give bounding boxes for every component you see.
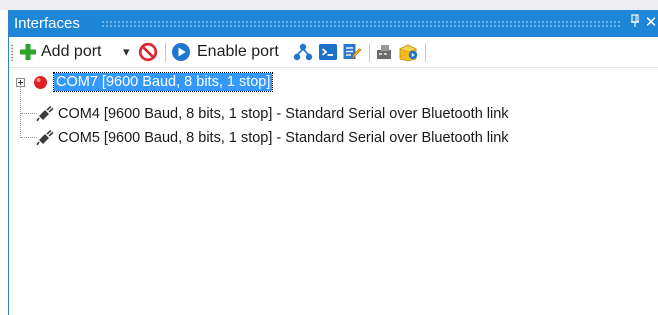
tree-item-label: COM7 [9600 Baud, 8 bits, 1 stop] [52, 72, 274, 92]
panel-title: Interfaces [14, 15, 80, 32]
close-icon: ✕ [644, 14, 658, 31]
tree-connector-line [21, 137, 37, 139]
toolbar: Add port ▾ Enable port [9, 37, 658, 68]
terminal-button[interactable] [318, 41, 338, 63]
network-button[interactable] [293, 41, 313, 63]
enable-port-button[interactable]: Enable port [171, 41, 279, 63]
package-icon [399, 44, 418, 62]
close-button[interactable]: ✕ [643, 14, 658, 32]
status-red-dot-icon [34, 76, 47, 89]
network-icon [293, 43, 313, 61]
pin-button[interactable] [627, 14, 643, 32]
add-port-dropdown-button[interactable]: ▾ [123, 41, 130, 63]
add-port-button[interactable]: Add port [19, 41, 101, 63]
serial-plug-icon [36, 106, 54, 122]
add-icon [20, 44, 36, 60]
expand-toggle[interactable] [16, 78, 25, 87]
add-port-label: Add port [41, 43, 102, 60]
tree-connector-line [21, 113, 37, 115]
serial-plug-icon [36, 130, 54, 146]
pin-icon [631, 14, 639, 27]
top-strip [0, 0, 658, 10]
tree-item-label: COM5 [9600 Baud, 8 bits, 1 stop] - Stand… [58, 130, 509, 146]
package-button[interactable] [398, 41, 420, 63]
enable-icon [172, 43, 190, 61]
edit-button[interactable] [342, 41, 362, 63]
disable-port-button[interactable] [138, 41, 158, 63]
toolbar-separator [165, 43, 166, 62]
dropdown-arrow-icon: ▾ [123, 44, 130, 59]
tree-connector-line [20, 86, 22, 138]
disable-icon [138, 42, 158, 62]
tree-item-label: COM4 [9600 Baud, 8 bits, 1 stop] - Stand… [58, 106, 509, 122]
interfaces-tree: COM7 [9600 Baud, 8 bits, 1 stop] COM4 [9… [9, 68, 658, 315]
toolbar-grip[interactable] [11, 44, 13, 61]
panel-titlebar[interactable]: Interfaces ✕ [9, 10, 658, 37]
toolbar-separator [425, 43, 426, 62]
plus-icon [18, 80, 23, 85]
edit-icon [343, 44, 362, 60]
terminal-icon [319, 44, 337, 60]
titlebar-drag-grip[interactable] [101, 20, 622, 28]
interfaces-panel: Interfaces ✕ Add port ▾ Enable port COM7… [8, 10, 658, 315]
device-icon [377, 45, 391, 59]
toolbar-separator [369, 43, 370, 62]
enable-port-label: Enable port [197, 43, 279, 60]
device-button[interactable] [375, 41, 395, 63]
